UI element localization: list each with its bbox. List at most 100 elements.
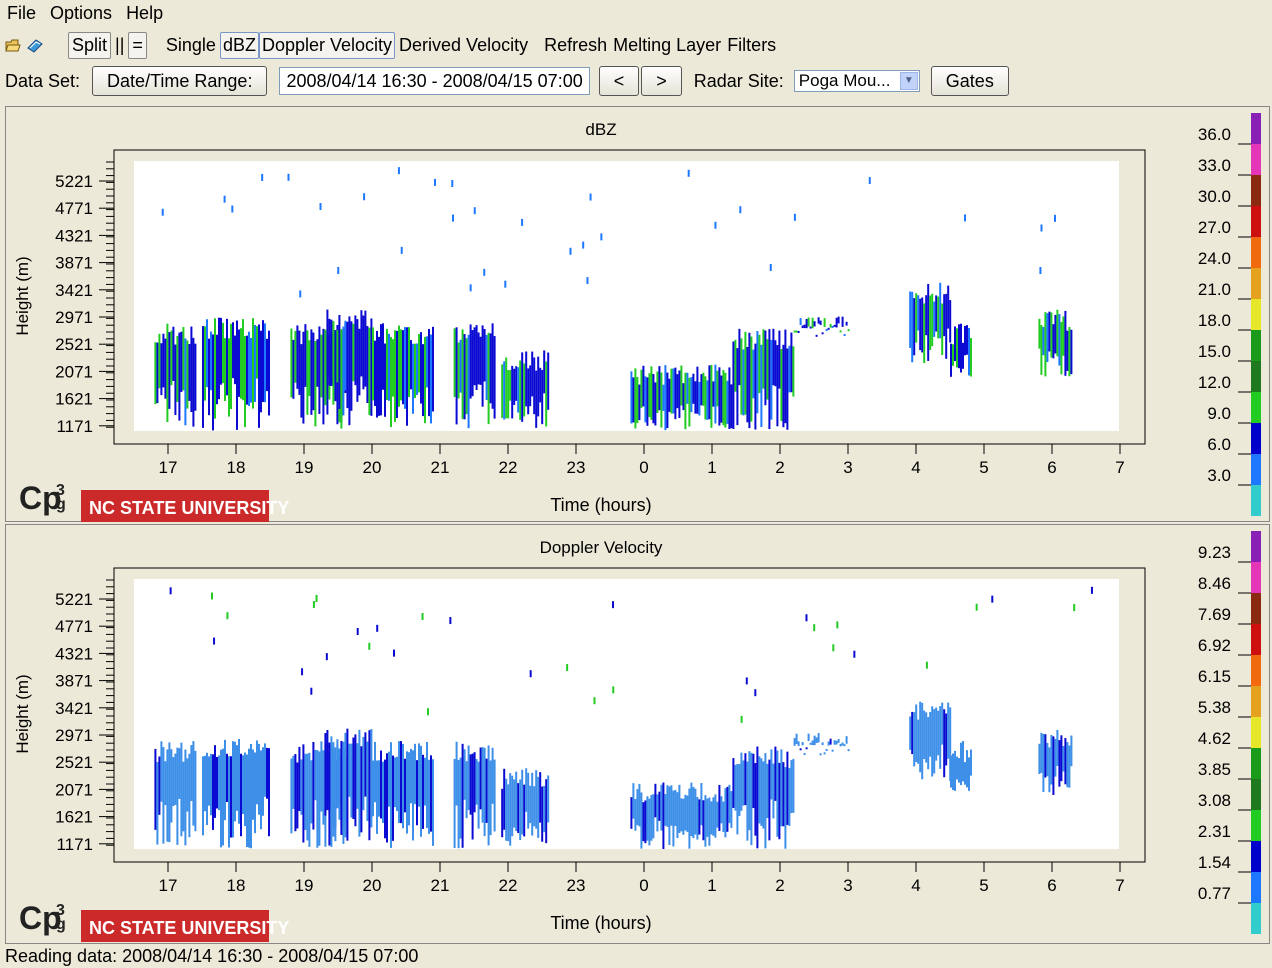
y-axis-label: Height (m) [13,674,32,753]
echo-column [968,757,970,791]
next-button[interactable]: > [641,66,682,96]
echo-column [819,753,822,756]
echo-column [1042,733,1045,792]
echo-column [956,328,958,368]
echo-column [519,360,522,420]
echo-column [252,318,254,409]
echo-column [706,798,709,837]
echo-column [258,743,260,815]
echo-column [831,325,834,328]
y-tick-label: 2071 [55,362,93,381]
echo-column [479,747,482,810]
doppler-velocity-button[interactable]: Doppler Velocity [258,31,396,59]
echo-column [632,377,635,423]
echo-column [290,758,293,834]
derived-velocity-button[interactable]: Derived Velocity [399,35,528,56]
echo-column [461,743,464,848]
single-button[interactable]: Single [166,35,216,56]
echo-column [807,733,810,742]
echo-column [766,763,769,819]
echo-speck [452,214,455,222]
melting-layer-button[interactable]: Melting Layer [613,35,721,56]
chevron-down-icon[interactable]: ▼ [899,72,918,90]
radar-site-select[interactable]: Poga Mou... ▼ [793,70,920,92]
scale-label: 4.62 [1198,729,1231,748]
logo-sub: g [56,916,66,933]
echo-column [792,758,795,813]
x-tick-label: 3 [843,876,852,895]
echo-column [1038,743,1041,774]
vertical-split-button[interactable]: || [115,35,124,56]
refresh-button[interactable]: Refresh [544,35,607,56]
echo-column [507,370,510,419]
echo-column [931,706,934,777]
echo-column [827,741,830,746]
echo-column [658,366,661,411]
scale-swatch [1251,485,1261,516]
x-axis-label: Time (hours) [550,495,651,515]
gates-button[interactable]: Gates [930,66,1009,96]
echo-column [463,334,466,420]
echo-column [320,334,323,398]
date-range-field[interactable]: 2008/04/14 16:30 - 2008/04/15 07:00 [279,67,590,95]
echo-column [964,325,966,356]
menu-options[interactable]: Options [43,3,119,24]
echo-column [841,742,844,746]
dataset-row: Data Set: Date/Time Range: 2008/04/14 16… [0,64,1272,98]
filters-button[interactable]: Filters [727,35,776,56]
split-button[interactable]: Split [68,31,112,59]
menu-file[interactable]: File [0,3,43,24]
echo-column [388,333,390,401]
date-time-range-button[interactable]: Date/Time Range: [92,66,268,96]
echo-column [292,339,295,399]
horizontal-split-button[interactable]: = [128,31,147,59]
echo-column [792,346,795,397]
echo-column [362,315,365,390]
echo-column [515,771,518,832]
previous-button[interactable]: < [598,66,640,96]
x-tick-label: 4 [911,458,920,477]
echo-column [937,710,940,756]
echo-column [1038,318,1041,349]
echo-speck [451,179,454,187]
echo-column [404,327,406,409]
echo-column [212,334,214,431]
x-tick-label: 1 [707,458,716,477]
echo-speck [740,715,743,723]
echo-column [670,785,673,826]
echo-column [921,297,924,353]
echo-column [734,339,737,392]
echo-column [416,343,418,395]
echo-column [939,282,942,339]
echo-column [949,300,952,343]
echo-column [954,326,956,362]
echo-column [770,749,773,800]
echo-column [642,365,645,407]
echo-column [400,741,402,824]
echo-column [809,326,812,329]
scale-swatch [1251,361,1261,392]
echo-column [455,741,458,806]
book-icon[interactable] [26,36,44,54]
doppler-plot[interactable]: Doppler Velocity522147714321387134212971… [6,525,1269,943]
echo-column [406,327,408,426]
echo-speck [483,268,486,276]
echo-column [336,330,339,383]
echo-column [501,788,504,838]
dbz-plot[interactable]: dBZ5221477143213871342129712521207116211… [6,107,1269,521]
echo-column [206,319,208,388]
menu-help[interactable]: Help [119,3,170,24]
echo-column [483,329,486,382]
echo-column [831,749,834,752]
echo-column [929,295,932,351]
scale-swatch [1251,113,1261,144]
echo-column [650,366,653,420]
dbz-button[interactable]: dBZ [219,31,259,59]
echo-column [418,334,420,393]
echo-column [485,334,488,400]
scale-swatch [1251,717,1261,748]
echo-column [668,786,671,845]
echo-column [304,324,307,387]
open-folder-icon[interactable] [4,36,22,54]
echo-column [212,754,214,830]
